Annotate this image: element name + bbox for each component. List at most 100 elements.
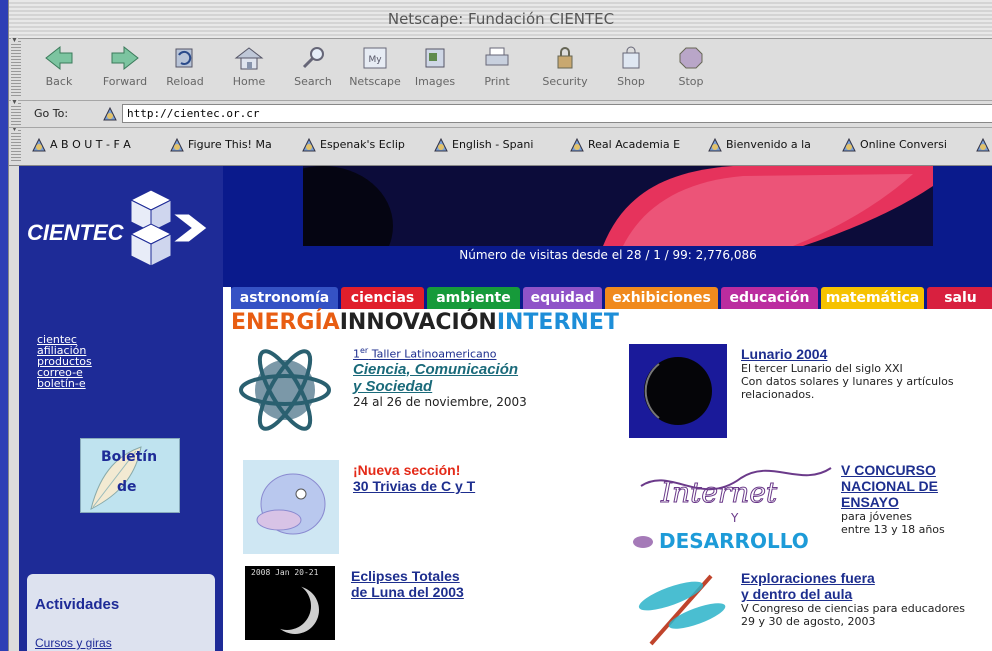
reload-button[interactable]: Reload: [157, 45, 213, 97]
atom-icon: [239, 349, 331, 431]
logo-text: CIENTEC: [27, 220, 125, 245]
tab-0[interactable]: astronomía: [231, 287, 338, 309]
cursos-link[interactable]: Cursos y giras: [35, 636, 112, 650]
stop-icon: [679, 47, 703, 69]
tab-7[interactable]: salu: [927, 287, 992, 309]
headline-innovacion: INNOVACIÓN: [339, 310, 497, 335]
nav-link-boletin[interactable]: boletín-e: [37, 378, 92, 389]
location-bar: Go To:: [9, 99, 992, 128]
concurso-desc-2: entre 13 y 18 años: [841, 523, 945, 536]
search-button[interactable]: Search: [285, 45, 341, 97]
internet-desarrollo-image[interactable]: Internet Y DESARROLLO: [631, 458, 837, 554]
bookmark-item[interactable]: English - Spani: [433, 137, 533, 153]
eclipse-image[interactable]: 2008 Jan 20-21: [245, 566, 335, 640]
dragonfly-image[interactable]: [631, 568, 731, 648]
art-desarrollo: DESARROLLO: [659, 529, 809, 553]
url-input[interactable]: [122, 104, 992, 123]
lunario-image[interactable]: [629, 344, 727, 438]
exploraciones-title-2[interactable]: y dentro del aula: [741, 586, 992, 602]
internet-desarrollo-icon: Internet Y DESARROLLO: [633, 467, 832, 553]
stop-button[interactable]: Stop: [663, 45, 719, 97]
forward-button[interactable]: Forward: [97, 45, 153, 97]
bookmark-label: Espenak's Eclip: [320, 138, 405, 151]
bookmark-label: Figure This! Ma: [188, 138, 272, 151]
bookmark-item[interactable]: Espenak's Eclip: [301, 137, 405, 153]
eclipses-title-2[interactable]: de Luna del 2003: [351, 584, 611, 600]
images-button[interactable]: Images: [407, 45, 463, 97]
netscape-button[interactable]: My Netscape: [347, 45, 403, 97]
concurso-title-2[interactable]: NACIONAL DE: [841, 478, 992, 494]
reload-icon: [175, 48, 193, 68]
cientec-cubes-icon: CIENTEC: [27, 189, 208, 267]
concurso-title-1[interactable]: V CONCURSO: [841, 462, 992, 478]
tab-6[interactable]: matemática: [821, 287, 924, 309]
home-button[interactable]: Home: [221, 45, 277, 97]
page-proxy-icon[interactable]: [101, 105, 119, 123]
page-content: CIENTEC cientec afiliación productos cor…: [19, 166, 992, 651]
print-label: Print: [484, 75, 510, 88]
location-collapse-handle[interactable]: [11, 99, 21, 125]
concurso-title-3[interactable]: ENSAYO: [841, 494, 992, 510]
shop-button[interactable]: Shop: [603, 45, 659, 97]
bookmark-item[interactable]: Real Academia E: [569, 137, 680, 153]
tab-2[interactable]: ambiente: [427, 287, 520, 309]
lock-icon: [557, 47, 573, 69]
art-internet: Internet: [660, 476, 778, 509]
bookmarks-collapse-handle[interactable]: [11, 128, 21, 163]
tab-1[interactable]: ciencias: [341, 287, 424, 309]
boletin-banner[interactable]: Boletín de: [80, 438, 180, 513]
lunario-desc-1: El tercer Lunario del siglo XXI: [741, 362, 903, 375]
exploraciones-desc-1: V Congreso de ciencias para educadores: [741, 602, 966, 615]
art-y: Y: [730, 511, 739, 525]
bookmark-item[interactable]: Bienvenido a la: [707, 137, 811, 153]
actividades-panel: Actividades Cursos y giras: [27, 574, 215, 651]
new-section-label: ¡Nueva sección!: [353, 462, 461, 478]
headline-banner: ENERGÍAINNOVACIÓNINTERNET: [231, 310, 619, 335]
tab-3[interactable]: equidad: [523, 287, 602, 309]
headline-energia: ENERGÍA: [231, 310, 340, 335]
svg-text:My: My: [368, 55, 382, 65]
back-arrow-icon: [45, 45, 73, 71]
search-icon: [302, 47, 324, 69]
title-bar[interactable]: Netscape: Fundación CIENTEC: [9, 0, 992, 39]
security-button[interactable]: Security: [537, 45, 593, 97]
lunario-title[interactable]: Lunario 2004: [741, 346, 991, 362]
taller-link-top[interactable]: 1er Taller Latinoamericano: [353, 346, 603, 361]
navigation-toolbar: Back Forward Reload Home Search My Netsc…: [9, 37, 992, 101]
bookmark-icon: [570, 137, 584, 152]
bookmark-item[interactable]: Figure This! Ma: [169, 137, 272, 153]
lunario-desc-2: Con datos solares y lunares y artículos: [741, 375, 954, 388]
print-button[interactable]: Print: [469, 45, 525, 97]
actividades-heading: Actividades: [35, 596, 120, 613]
bookmark-label: A B O U T - F A: [50, 138, 131, 151]
tab-4[interactable]: exhibiciones: [605, 287, 718, 309]
dark-moon-icon: [644, 357, 712, 425]
images-icon: [425, 48, 445, 68]
personal-toolbar: A B O U T - F A Figure This! Ma Espenak'…: [9, 128, 992, 166]
left-nav-links: cientec afiliación productos correo-e bo…: [37, 334, 92, 389]
exploraciones-title-1[interactable]: Exploraciones fuera: [741, 570, 992, 586]
toolbar-collapse-handle[interactable]: [11, 37, 21, 98]
trivias-link[interactable]: 30 Trivias de C y T: [353, 478, 603, 494]
dragonfly-icon: [638, 574, 726, 646]
exploraciones-item: Exploraciones fuera y dentro del aula V …: [741, 570, 992, 628]
bookmark-item[interactable]: A B O U T - F A: [31, 137, 131, 153]
images-label: Images: [414, 75, 456, 88]
atom-image[interactable]: [237, 342, 333, 443]
back-button[interactable]: Back: [31, 45, 87, 97]
moon-crescent-icon: [263, 582, 319, 634]
browser-window: Netscape: Fundación CIENTEC Back Forward…: [8, 0, 992, 651]
tab-5[interactable]: educación: [721, 287, 818, 309]
bookmark-label: Real Academia E: [588, 138, 681, 151]
banner-image: [303, 166, 933, 246]
eclipses-title-1[interactable]: Eclipses Totales: [351, 568, 611, 584]
section-tabs: astronomía ciencias ambiente equidad exhibic…: [231, 287, 992, 309]
bookmark-item[interactable]: [975, 137, 992, 153]
bookmark-icon: [842, 137, 856, 152]
taller-title-1[interactable]: Ciencia, Comunicación: [353, 361, 603, 378]
bookmark-item[interactable]: Online Conversi: [841, 137, 947, 153]
cientec-logo[interactable]: CIENTEC: [27, 184, 217, 279]
bookmark-icon: [170, 137, 184, 152]
trivias-image[interactable]: [243, 460, 339, 554]
taller-title-2[interactable]: y Sociedad: [353, 378, 603, 395]
